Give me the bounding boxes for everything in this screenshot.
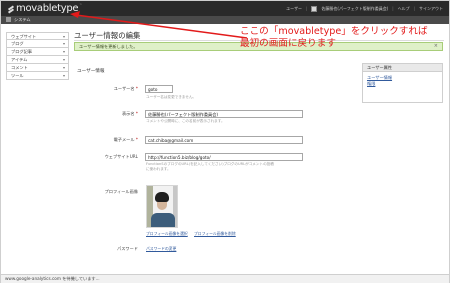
annotation-arrow-line bbox=[75, 14, 248, 39]
annotation-arrow bbox=[70, 11, 248, 39]
status-bar: www.google-analytics.com を待機しています... bbox=[1, 274, 449, 283]
annotation-arrow-head bbox=[70, 11, 80, 18]
status-text: www.google-analytics.com を待機しています... bbox=[5, 276, 100, 281]
